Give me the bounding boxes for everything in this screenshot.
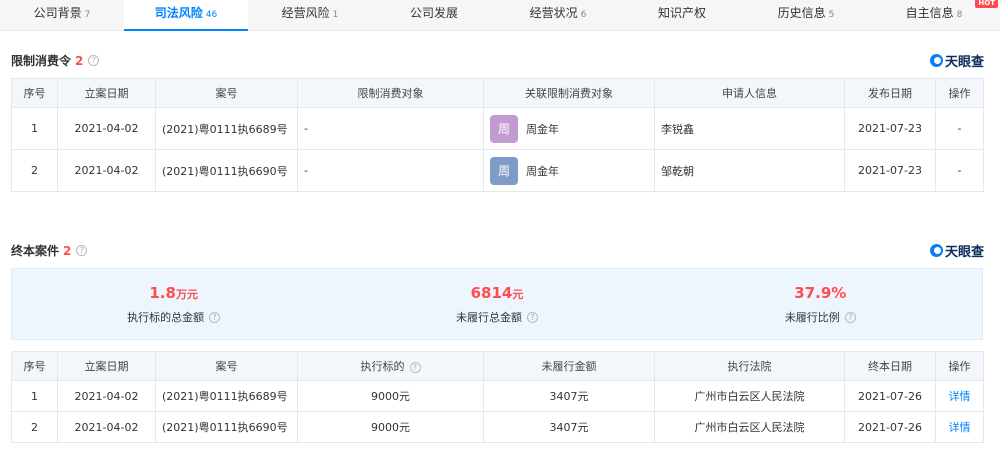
tab-history[interactable]: 历史信息 5 bbox=[744, 0, 868, 31]
final-cases-section-title: 终本案件 2 ? bbox=[11, 242, 88, 259]
stat-unpaid-ratio: 37.9% 未履行比例? bbox=[659, 269, 982, 339]
col-unpaid-amount: 未履行金额 bbox=[483, 351, 655, 381]
col-execution-amount: 执行标的? bbox=[297, 351, 484, 381]
details-link[interactable]: 详情 bbox=[935, 380, 984, 412]
help-icon[interactable]: ? bbox=[88, 55, 100, 66]
avatar[interactable]: 周 bbox=[490, 156, 518, 185]
tab-intellectual-property[interactable]: 知识产权 bbox=[620, 0, 744, 31]
details-link[interactable]: 详情 bbox=[935, 411, 984, 443]
restriction-table: 序号 立案日期 案号 限制消费对象 关联限制消费对象 申请人信息 发布日期 操作… bbox=[11, 78, 984, 192]
tab-company-background[interactable]: 公司背景 7 bbox=[0, 0, 124, 31]
avatar[interactable]: 周 bbox=[490, 114, 518, 143]
tab-legal-risk[interactable]: 司法风险 46 bbox=[124, 0, 248, 31]
col-restricted-party: 限制消费对象 bbox=[297, 78, 484, 108]
col-filing-date: 立案日期 bbox=[57, 351, 156, 381]
final-cases-count: 2 bbox=[63, 243, 72, 258]
col-action: 操作 bbox=[935, 78, 984, 108]
hot-badge: HOT bbox=[975, 0, 998, 8]
table-header-row: 序号 立案日期 案号 执行标的? 未履行金额 执行法院 终本日期 操作 bbox=[11, 351, 984, 381]
col-index: 序号 bbox=[11, 351, 58, 381]
final-cases-table: 序号 立案日期 案号 执行标的? 未履行金额 执行法院 终本日期 操作 1 20… bbox=[11, 351, 984, 443]
table-row: 2 2021-04-02 (2021)粤0111执6690号 - 周 周金年 邹… bbox=[11, 149, 984, 192]
col-applicant: 申请人信息 bbox=[654, 78, 845, 108]
stat-unpaid-amount: 6814元 未履行总金额? bbox=[335, 269, 658, 339]
applicant-name: 邹乾朝 bbox=[654, 149, 845, 192]
tab-company-development[interactable]: 公司发展 bbox=[372, 0, 496, 31]
help-icon[interactable]: ? bbox=[209, 311, 221, 323]
col-index: 序号 bbox=[11, 78, 58, 108]
related-person-name[interactable]: 周金年 bbox=[526, 121, 559, 137]
table-row: 1 2021-04-02 (2021)粤0111执6689号 9000元 340… bbox=[11, 380, 984, 412]
col-case-number: 案号 bbox=[155, 78, 298, 108]
tianyancha-logo: 天眼查 bbox=[929, 241, 984, 260]
applicant-name: 李锐鑫 bbox=[654, 107, 845, 150]
table-row: 1 2021-04-02 (2021)粤0111执6689号 - 周 周金年 李… bbox=[11, 107, 984, 150]
col-publish-date: 发布日期 bbox=[844, 78, 936, 108]
help-icon[interactable]: ? bbox=[526, 311, 538, 323]
restriction-count: 2 bbox=[75, 53, 84, 68]
tab-self-info[interactable]: 自主信息 8 HOT bbox=[868, 0, 1000, 31]
tianyancha-logo-icon bbox=[929, 244, 943, 257]
tianyancha-logo-icon bbox=[929, 54, 943, 67]
table-row: 2 2021-04-02 (2021)粤0111执6690号 9000元 340… bbox=[11, 411, 984, 443]
help-icon[interactable]: ? bbox=[409, 362, 421, 373]
help-icon[interactable]: ? bbox=[76, 245, 88, 256]
stat-total-amount: 1.8万元 执行标的总金额? bbox=[12, 269, 335, 339]
col-case-number: 案号 bbox=[155, 351, 298, 381]
col-filing-date: 立案日期 bbox=[57, 78, 156, 108]
tab-operating-risk[interactable]: 经营风险 1 bbox=[248, 0, 372, 31]
help-icon[interactable]: ? bbox=[844, 311, 856, 323]
table-header-row: 序号 立案日期 案号 限制消费对象 关联限制消费对象 申请人信息 发布日期 操作 bbox=[11, 78, 984, 108]
col-action: 操作 bbox=[935, 351, 984, 381]
related-person-name[interactable]: 周金年 bbox=[526, 163, 559, 179]
tab-operating-status[interactable]: 经营状况 6 bbox=[496, 0, 620, 31]
col-court: 执行法院 bbox=[654, 351, 845, 381]
col-end-date: 终本日期 bbox=[844, 351, 936, 381]
restriction-section-title: 限制消费令 2 ? bbox=[11, 52, 100, 69]
final-cases-summary: 1.8万元 执行标的总金额? 6814元 未履行总金额? 37.9% 未履行比例… bbox=[11, 268, 983, 340]
tianyancha-logo: 天眼查 bbox=[929, 51, 984, 70]
col-related-party: 关联限制消费对象 bbox=[483, 78, 655, 108]
section-tabs: 公司背景 7 司法风险 46 经营风险 1 公司发展 经营状况 6 知识产权 历史信息 5… bbox=[0, 0, 1000, 31]
